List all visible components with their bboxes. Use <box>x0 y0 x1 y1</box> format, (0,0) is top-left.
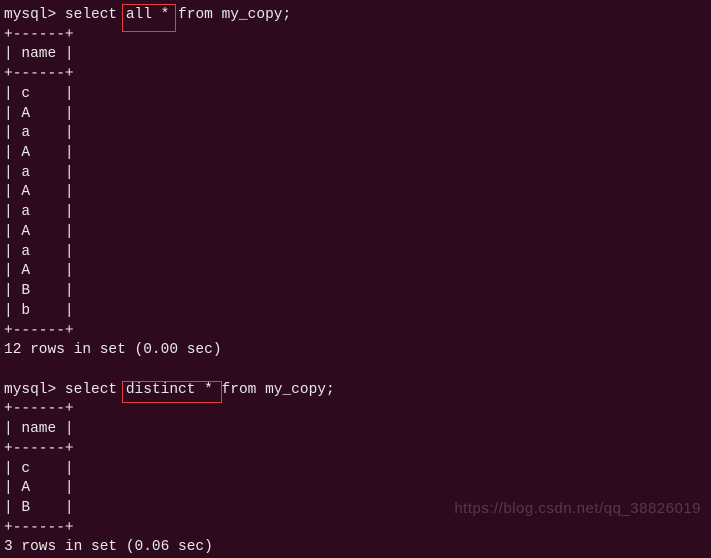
table-divider: +------+ <box>4 519 707 539</box>
table-divider: +------+ <box>4 400 707 420</box>
cmd-highlighted: distinct * <box>126 382 213 398</box>
table-header: | name | <box>4 420 707 440</box>
table-row: | A | <box>4 105 707 125</box>
query1-command-line: mysql> select all * from my_copy; <box>4 6 707 26</box>
table-row: | a | <box>4 164 707 184</box>
table-divider: +------+ <box>4 322 707 342</box>
table-header: | name | <box>4 45 707 65</box>
table-row: | c | <box>4 460 707 480</box>
table-row: | A | <box>4 223 707 243</box>
query2-command-line: mysql> select distinct * from my_copy; <box>4 381 707 401</box>
mysql-prompt: mysql> <box>4 382 65 398</box>
query2-summary: 3 rows in set (0.06 sec) <box>4 538 707 558</box>
table-row: | c | <box>4 85 707 105</box>
cmd-pre: select <box>65 7 126 23</box>
table-row: | b | <box>4 302 707 322</box>
table-divider: +------+ <box>4 26 707 46</box>
table-row: | a | <box>4 243 707 263</box>
table-row: | A | <box>4 479 707 499</box>
mysql-prompt: mysql> <box>4 7 65 23</box>
cmd-post: from my_copy; <box>169 7 291 23</box>
cmd-highlighted: all * <box>126 7 170 23</box>
table-row: | A | <box>4 183 707 203</box>
query1-summary: 12 rows in set (0.00 sec) <box>4 341 707 361</box>
table-row: | B | <box>4 282 707 302</box>
table-divider: +------+ <box>4 65 707 85</box>
blank-line <box>4 361 707 381</box>
table-row: | a | <box>4 124 707 144</box>
watermark-text: https://blog.csdn.net/qq_38826019 <box>454 499 701 519</box>
table-row: | a | <box>4 203 707 223</box>
table-row: | A | <box>4 262 707 282</box>
cmd-post: from my_copy; <box>213 382 335 398</box>
cmd-pre: select <box>65 382 126 398</box>
table-divider: +------+ <box>4 440 707 460</box>
table-row: | A | <box>4 144 707 164</box>
